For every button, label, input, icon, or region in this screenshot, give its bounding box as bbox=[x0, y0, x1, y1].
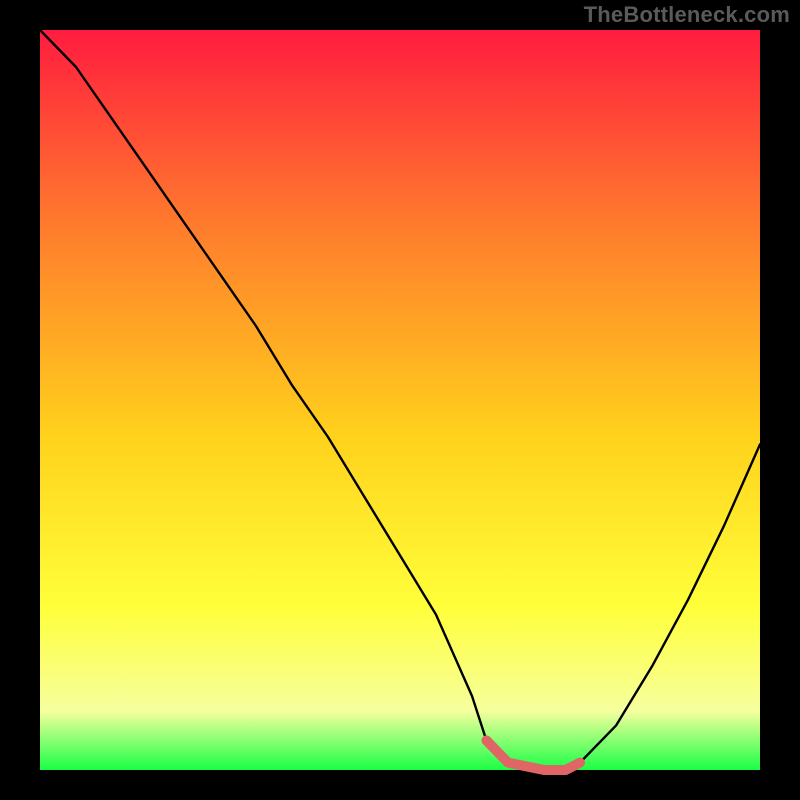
gradient-background bbox=[40, 30, 760, 770]
chart-frame: TheBottleneck.com bbox=[0, 0, 800, 800]
bottleneck-chart-svg bbox=[0, 0, 800, 800]
